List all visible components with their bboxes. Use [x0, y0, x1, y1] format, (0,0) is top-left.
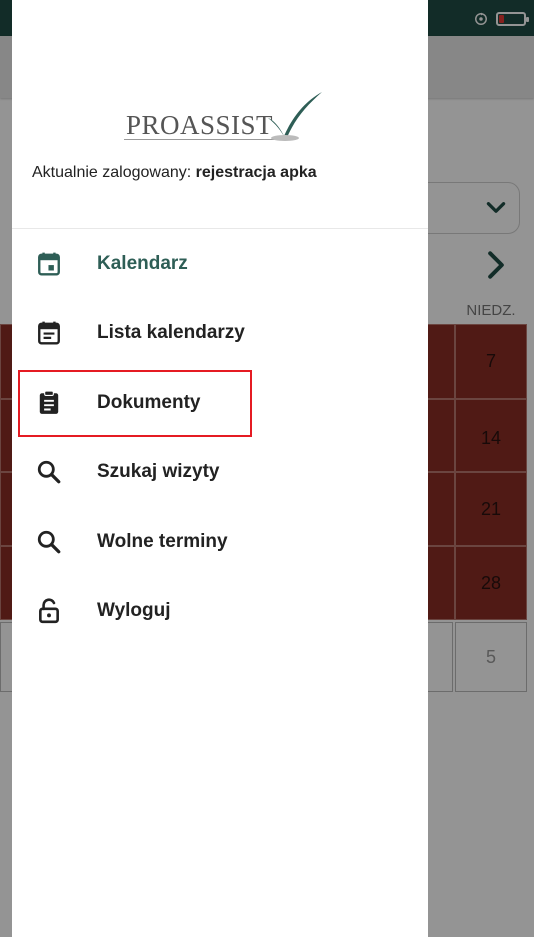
calendar-list-icon: [38, 321, 60, 345]
menu-label: Wolne terminy: [97, 531, 228, 552]
proassist-logo: PROASSIST: [124, 92, 322, 146]
annotation-highlight-box: [18, 370, 252, 437]
menu-item-lista-kalendarzy[interactable]: Lista kalendarzy: [12, 302, 428, 362]
menu-item-wolne-terminy[interactable]: Wolne terminy: [12, 511, 428, 571]
menu-label: Lista kalendarzy: [97, 322, 245, 343]
menu-item-szukaj-wizyty[interactable]: Szukaj wizyty: [12, 441, 428, 501]
navigation-drawer: PROASSIST Aktualnie zalogowany: rejestra…: [12, 0, 428, 937]
logged-in-user: Aktualnie zalogowany: rejestracja apka: [32, 164, 317, 182]
unlock-icon: [39, 598, 59, 624]
search-icon: [37, 530, 61, 554]
search-icon: [37, 460, 61, 484]
user-name: rejestracja apka: [195, 164, 317, 181]
user-prefix: Aktualnie zalogowany:: [32, 164, 196, 181]
logo-text: PROASSIST: [126, 110, 274, 140]
checkmark-icon: [268, 92, 322, 141]
menu-item-wyloguj[interactable]: Wyloguj: [12, 580, 428, 640]
menu-item-kalendarz[interactable]: Kalendarz: [12, 233, 428, 293]
menu-label: Szukaj wizyty: [97, 461, 220, 482]
menu-label: Wyloguj: [97, 600, 171, 621]
calendar-icon: [38, 252, 60, 276]
drawer-header: PROASSIST Aktualnie zalogowany: rejestra…: [12, 0, 428, 229]
menu-label: Kalendarz: [97, 253, 188, 274]
